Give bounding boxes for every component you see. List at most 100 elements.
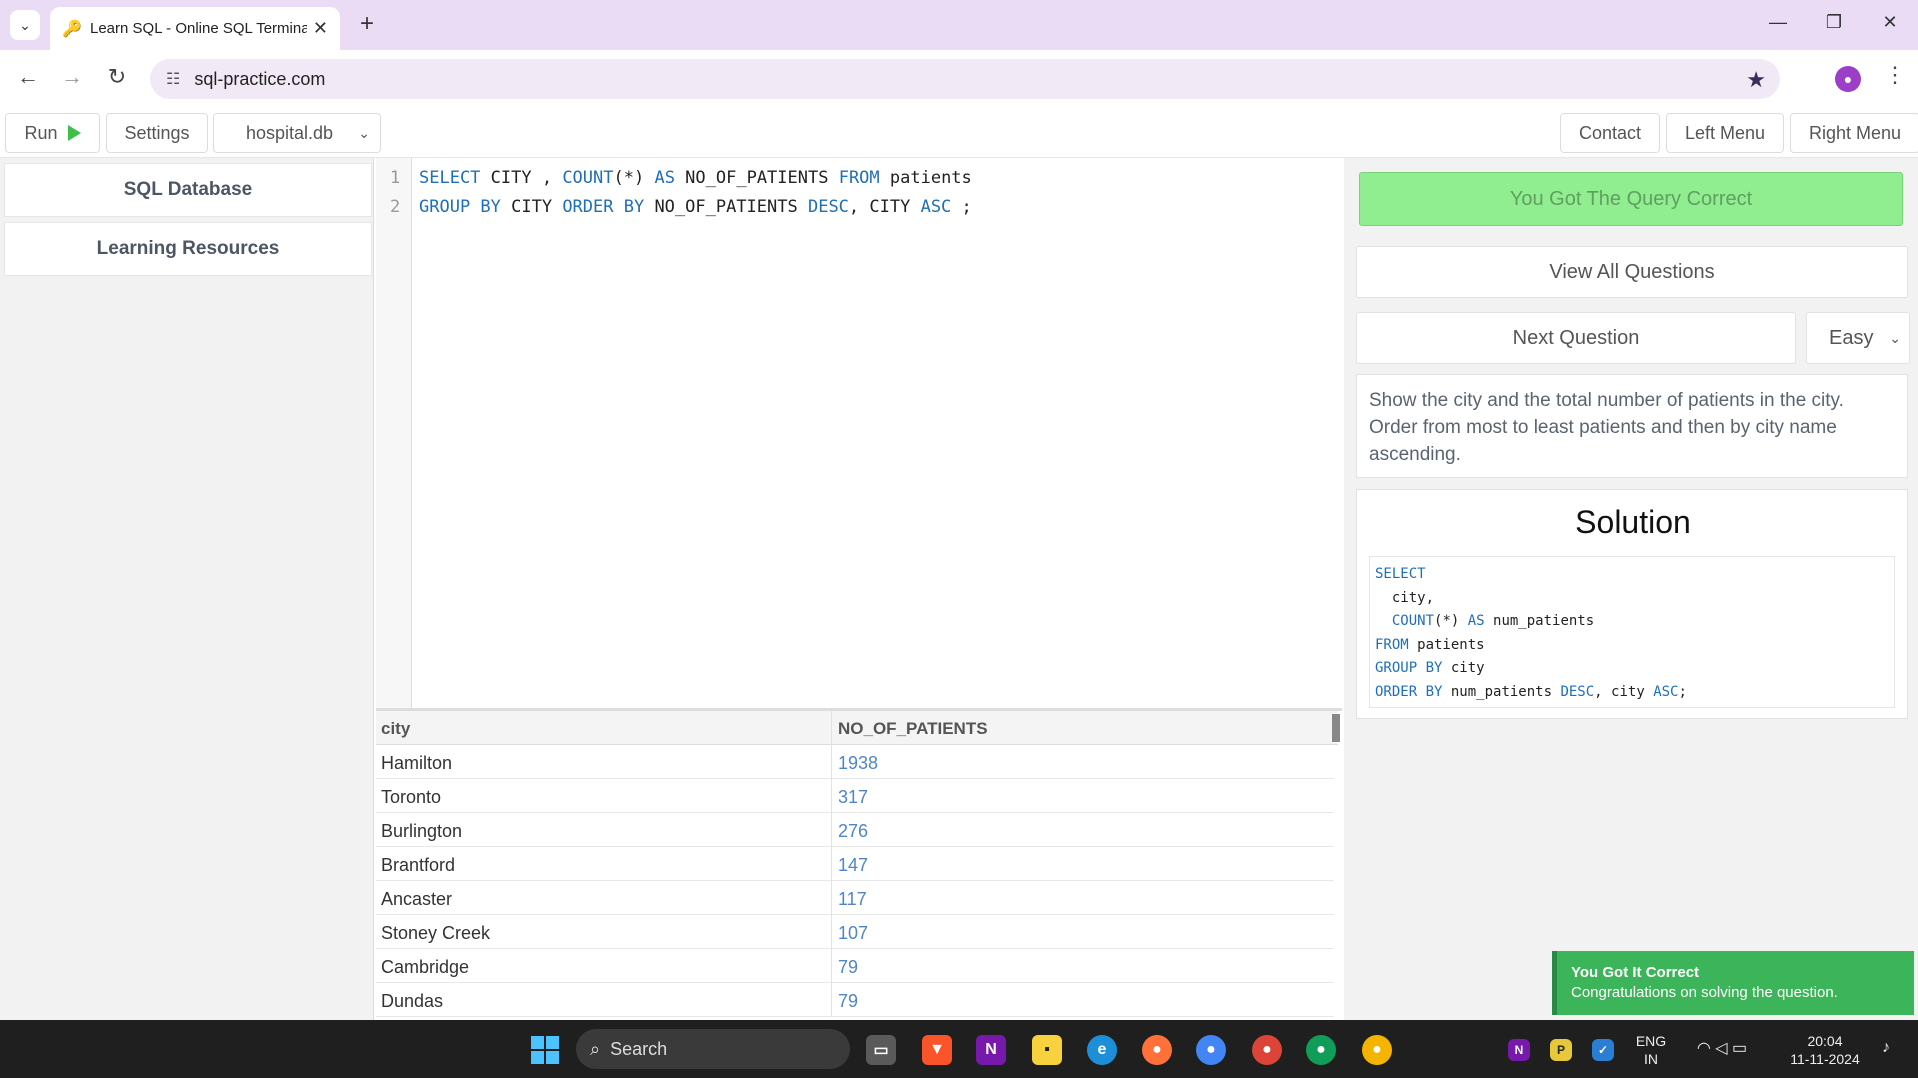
solution-code-line: GROUP BY city (1375, 657, 1889, 681)
network-volume-battery-icons[interactable]: ◠ ◁ ▭ (1684, 1040, 1760, 1058)
next-question-button[interactable]: Next Question (1356, 312, 1796, 364)
solution-code-line: ORDER BY num_patients DESC, city ASC; (1375, 681, 1889, 705)
address-bar[interactable]: ☷ sql-practice.com ★ (150, 59, 1780, 99)
task-view-icon[interactable]: ▭ (866, 1035, 896, 1065)
database-select[interactable]: hospital.db ⌄ (213, 113, 381, 153)
solution-code-line: FROM patients (1375, 634, 1889, 658)
line-number: 2 (390, 197, 401, 217)
search-placeholder: Search (610, 1038, 668, 1059)
chrome-icon[interactable]: ● (1306, 1035, 1336, 1065)
success-toast[interactable]: You Got It Correct Congratulations on so… (1552, 951, 1914, 1015)
sql-token: patients (1408, 636, 1485, 653)
browser-tab[interactable]: 🔑 Learn SQL - Online SQL Terminal ✕ (50, 7, 340, 50)
chevron-down-icon: ⌄ (358, 124, 370, 141)
left-menu-button[interactable]: Left Menu (1666, 113, 1784, 153)
results-scrollbar[interactable] (1332, 714, 1340, 742)
clock[interactable]: 20:04 11-11-2024 (1780, 1032, 1870, 1068)
sql-token: num_patients (1442, 683, 1561, 700)
database-select-value: hospital.db (246, 122, 334, 143)
settings-button[interactable]: Settings (106, 113, 208, 153)
onenote-tray-icon[interactable]: N (1508, 1039, 1530, 1061)
sql-keyword: AS (1467, 613, 1485, 629)
view-all-questions-button[interactable]: View All Questions (1356, 246, 1908, 298)
sql-keyword: COUNT (562, 168, 614, 188)
edge-browser-icon[interactable]: e (1087, 1035, 1117, 1065)
site-info-icon[interactable]: ☷ (166, 69, 180, 89)
line-number-gutter: 1 2 (376, 158, 412, 708)
taskbar-search[interactable]: ⌕ Search (576, 1029, 850, 1069)
solution-panel: Solution SELECT city, COUNT(*) AS num_pa… (1356, 489, 1908, 719)
notification-bell-icon[interactable]: ♪ (1874, 1039, 1898, 1057)
column-divider (831, 745, 832, 779)
sidebar-item-sql-database[interactable]: SQL Database (4, 163, 372, 217)
run-label: Run (24, 122, 58, 143)
tab-search-button[interactable]: ⌄ (10, 10, 40, 40)
firefox-icon[interactable]: ● (1142, 1035, 1172, 1065)
sql-token: (*) (1434, 613, 1468, 629)
cell-patient-count: 276 (838, 821, 869, 841)
close-tab-icon[interactable]: ✕ (313, 18, 328, 39)
chrome-icon[interactable]: ● (1252, 1035, 1282, 1065)
sticky-notes-icon[interactable]: ▪ (1032, 1035, 1062, 1065)
sql-token: num_patients (1484, 613, 1595, 629)
right-panel: You Got The Query Correct View All Quest… (1344, 158, 1918, 1020)
browser-menu-icon[interactable]: ⋮ (1884, 62, 1906, 88)
new-tab-button[interactable]: + (352, 10, 382, 38)
cell-city: Dundas (381, 991, 444, 1011)
restore-icon[interactable]: ❐ (1814, 12, 1854, 33)
cell-city: Stoney Creek (381, 923, 491, 943)
chrome-icon[interactable]: ● (1362, 1035, 1392, 1065)
brave-browser-icon[interactable]: ▼ (922, 1035, 952, 1065)
table-row: Stoney Creek 107 (376, 915, 1334, 949)
column-divider (831, 779, 832, 813)
profile-avatar[interactable]: ● (1835, 66, 1861, 92)
notes-tray-icon[interactable]: P (1550, 1039, 1572, 1061)
sql-keyword: ORDER BY (1375, 683, 1443, 700)
sql-keyword: DESC (1560, 683, 1595, 700)
sql-token: CITY (500, 197, 563, 217)
back-icon[interactable]: ← (13, 64, 43, 90)
onenote-icon[interactable]: N (976, 1035, 1006, 1065)
cell-city: Cambridge (381, 957, 470, 977)
sql-token: , city (1594, 683, 1654, 700)
sql-keyword: GROUP BY (419, 197, 501, 217)
table-row: Brantford 147 (376, 847, 1334, 881)
question-text: Show the city and the total number of pa… (1356, 374, 1908, 478)
cell-patient-count: 117 (838, 889, 867, 909)
column-header-city[interactable]: city (381, 719, 410, 739)
reload-icon[interactable]: ↻ (102, 64, 132, 90)
close-window-icon[interactable]: ✕ (1870, 12, 1910, 33)
search-icon: ⌕ (590, 1038, 601, 1059)
sql-token: CITY , (480, 168, 563, 188)
solution-code-line: COUNT(*) AS num_patients (1375, 610, 1889, 634)
windows-taskbar: ⌕ Search ▭ ▼ N ▪ e ● ● ● ● ● N P ✓ ENG I… (0, 1020, 1918, 1078)
column-divider (831, 813, 832, 847)
chevron-down-icon: ⌄ (19, 16, 31, 33)
clock-date: 11-11-2024 (1790, 1051, 1860, 1067)
difficulty-select[interactable]: Easy ⌄ (1806, 312, 1910, 364)
sidebar-item-learning-resources[interactable]: Learning Resources (4, 222, 372, 276)
chrome-icon[interactable]: ● (1196, 1035, 1226, 1065)
column-divider (831, 847, 832, 881)
results-table: city NO_OF_PATIENTS Hamilton 1938 Toronto 3… (376, 708, 1342, 1020)
sql-token: , CITY (848, 197, 921, 217)
sql-editor[interactable]: 1 2 SELECT CITY , COUNT(*) AS NO_OF_PATI… (376, 158, 1342, 708)
url-text: sql-practice.com (194, 68, 326, 89)
run-button[interactable]: Run (5, 113, 100, 153)
cell-patient-count: 79 (838, 957, 859, 977)
cell-city: Burlington (381, 821, 463, 841)
cell-city: Ancaster (381, 889, 453, 909)
windows-start-icon[interactable] (530, 1035, 560, 1065)
forward-icon[interactable]: → (57, 64, 87, 90)
minimize-icon[interactable]: — (1758, 12, 1798, 33)
table-row: Toronto 317 (376, 779, 1334, 813)
difficulty-value: Easy (1829, 326, 1874, 349)
language-indicator[interactable]: ENG IN (1634, 1032, 1668, 1068)
contact-button[interactable]: Contact (1560, 113, 1660, 153)
sql-token: city, (1375, 589, 1435, 606)
column-header-count[interactable]: NO_OF_PATIENTS (838, 719, 988, 739)
security-tray-icon[interactable]: ✓ (1592, 1039, 1614, 1061)
bookmark-star-icon[interactable]: ★ (1746, 67, 1766, 93)
cell-city: Toronto (381, 787, 442, 807)
right-menu-button[interactable]: Right Menu (1790, 113, 1918, 153)
